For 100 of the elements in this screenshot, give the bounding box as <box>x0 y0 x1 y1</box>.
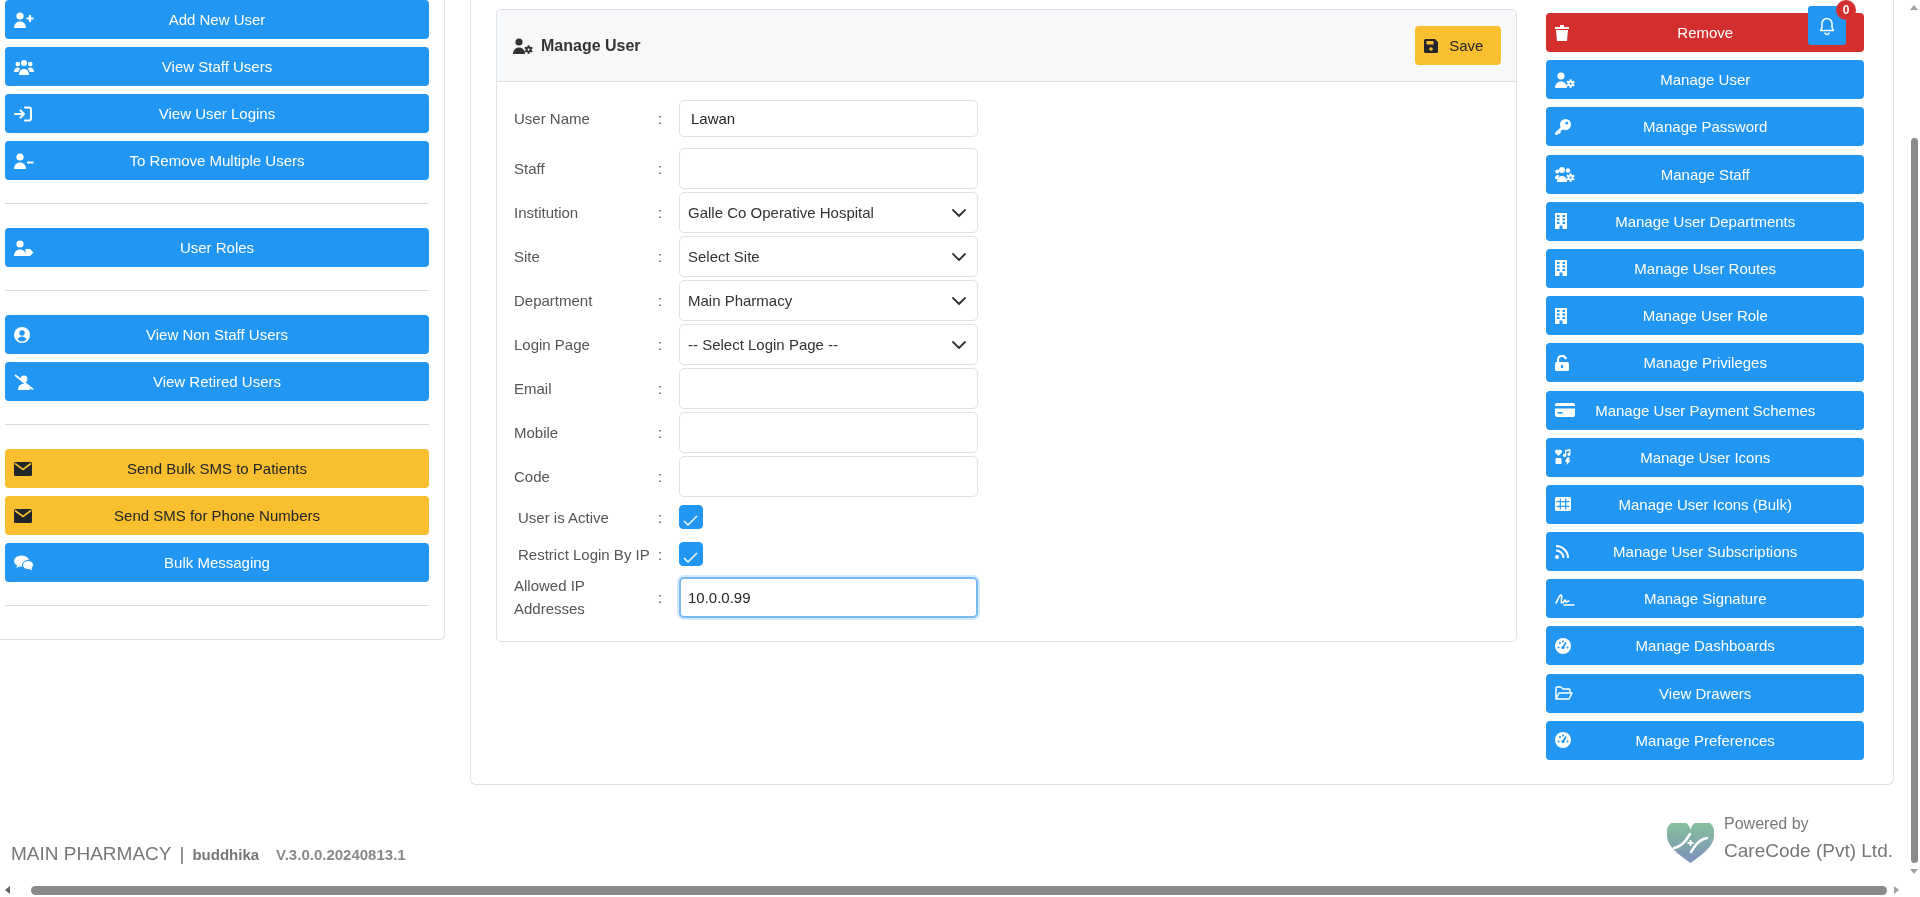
field-label: Code <box>514 467 551 487</box>
label-colon: : <box>657 545 664 563</box>
text-field[interactable] <box>679 412 978 453</box>
department-name: MAIN PHARMACY <box>11 842 172 866</box>
action-button[interactable]: Manage Password <box>1546 107 1864 147</box>
action-button[interactable]: Manage Dashboards <box>1546 626 1864 666</box>
dropdown-field[interactable]: Select Site <box>679 236 978 277</box>
separator-text: | <box>179 842 185 866</box>
gauge-icon <box>1555 732 1572 749</box>
field-label: User is Active <box>517 507 610 528</box>
company-name: CareCode (Pvt) Ltd. <box>1724 839 1893 863</box>
field-label: Login Page <box>514 335 591 355</box>
action-button[interactable]: Manage Preferences <box>1546 720 1864 760</box>
users-icon <box>14 58 34 75</box>
envelope-icon <box>14 461 32 476</box>
action-button[interactable]: Manage User Icons <box>1546 437 1864 477</box>
label-colon: : <box>657 588 664 606</box>
save-button[interactable]: Save <box>1415 26 1502 65</box>
text-field[interactable] <box>679 456 978 497</box>
action-button[interactable]: Manage User Routes <box>1546 248 1864 288</box>
nav-button[interactable]: To Remove Multiple Users <box>5 141 429 180</box>
field-label: Institution <box>514 203 580 223</box>
checkmark-icon <box>683 515 698 526</box>
building-icon <box>1555 307 1568 324</box>
label-colon: : <box>657 468 664 485</box>
nav-button[interactable]: Add New User <box>5 0 429 39</box>
field-label: Allowed IP Addresses <box>514 576 586 619</box>
text-field[interactable] <box>679 368 978 409</box>
label-colon: : <box>657 160 664 177</box>
folder-icon <box>1555 686 1574 701</box>
rss-icon <box>1555 544 1570 559</box>
label-colon: : <box>657 508 664 526</box>
key-icon <box>1555 118 1572 135</box>
user-gear-icon <box>1555 71 1576 88</box>
dropdown-field[interactable]: -- Select Login Page -- <box>679 324 978 365</box>
action-button[interactable]: Manage User Role <box>1546 296 1864 336</box>
down-arrow-icon[interactable] <box>1910 869 1918 874</box>
dropdown-field[interactable]: Main Pharmacy <box>679 280 978 321</box>
scrollbar-thumb[interactable] <box>31 885 1887 895</box>
action-button[interactable]: Manage Privileges <box>1546 343 1864 383</box>
field-label: Department <box>514 291 594 311</box>
envelope-icon <box>14 508 32 523</box>
user-gear-icon <box>513 37 533 54</box>
action-button[interactable]: View Drawers <box>1546 673 1864 713</box>
version-text: V.3.0.0.20240813.1 <box>276 845 406 865</box>
notification-badge: 0 <box>1836 0 1856 20</box>
action-button[interactable]: Manage Staff <box>1546 154 1864 194</box>
nav-button[interactable]: Send SMS for Phone Numbers <box>5 496 429 535</box>
chevron-down-icon <box>952 208 966 217</box>
nav-button[interactable]: View User Logins <box>5 94 429 133</box>
nav-button[interactable]: View Retired Users <box>5 362 429 401</box>
text-field[interactable]: 10.0.0.99 <box>679 576 978 618</box>
chevron-down-icon <box>952 252 966 261</box>
bell-icon <box>1819 16 1835 35</box>
nav-button[interactable]: View Non Staff Users <box>5 315 429 354</box>
user-circle-icon <box>14 326 30 343</box>
label-colon: : <box>657 204 664 221</box>
nav-button[interactable]: View Staff Users <box>5 47 429 86</box>
checkmark-icon <box>683 552 698 563</box>
action-button[interactable]: Remove <box>1546 13 1864 52</box>
user-minus-icon <box>14 152 34 169</box>
left-arrow-icon[interactable] <box>5 886 10 894</box>
right-arrow-icon[interactable] <box>1894 886 1899 894</box>
powered-by-text: Powered by <box>1724 814 1809 834</box>
action-button[interactable]: Manage User Payment Schemes <box>1546 390 1864 430</box>
trash-icon <box>1555 24 1570 41</box>
field-label: Restrict Login By IP <box>517 544 651 565</box>
field-label: Staff <box>514 159 546 179</box>
label-colon: : <box>657 110 664 127</box>
field-label: Mobile <box>514 423 560 443</box>
heart-logo <box>1667 823 1715 863</box>
action-button[interactable]: Manage Signature <box>1546 579 1864 619</box>
dropdown-field[interactable]: Galle Co Operative Hospital <box>679 192 978 233</box>
checkbox[interactable] <box>679 505 703 529</box>
action-button[interactable]: Manage User <box>1546 60 1864 100</box>
chevron-down-icon <box>952 296 966 305</box>
field-label: User Name <box>514 109 591 129</box>
chat-bubbles-icon <box>14 554 34 571</box>
nav-button[interactable]: User Roles <box>5 228 429 267</box>
user-plus-icon <box>14 11 34 28</box>
scrollbar-thumb[interactable] <box>1910 138 1918 863</box>
user-tag-icon <box>14 239 34 256</box>
checkbox[interactable] <box>679 542 703 566</box>
label-colon: : <box>657 248 664 265</box>
nav-button[interactable]: Bulk Messaging <box>5 543 429 582</box>
credit-card-icon <box>1555 403 1576 417</box>
text-field[interactable] <box>679 148 978 189</box>
username: buddhika <box>192 845 260 865</box>
action-button[interactable]: Manage User Departments <box>1546 201 1864 241</box>
chevron-down-icon <box>952 340 966 349</box>
action-button[interactable]: Manage User Subscriptions <box>1546 532 1864 572</box>
text-field[interactable]: Lawan <box>679 100 978 137</box>
signature-icon <box>1555 591 1576 606</box>
panel-title: Manage User <box>541 36 641 55</box>
action-button[interactable]: Manage User Icons (Bulk) <box>1546 484 1864 524</box>
shapes-icon <box>1555 449 1572 466</box>
building-icon <box>1555 260 1568 277</box>
up-arrow-icon[interactable] <box>1910 5 1918 10</box>
nav-button[interactable]: Send Bulk SMS to Patients <box>5 449 429 488</box>
label-colon: : <box>657 292 664 309</box>
